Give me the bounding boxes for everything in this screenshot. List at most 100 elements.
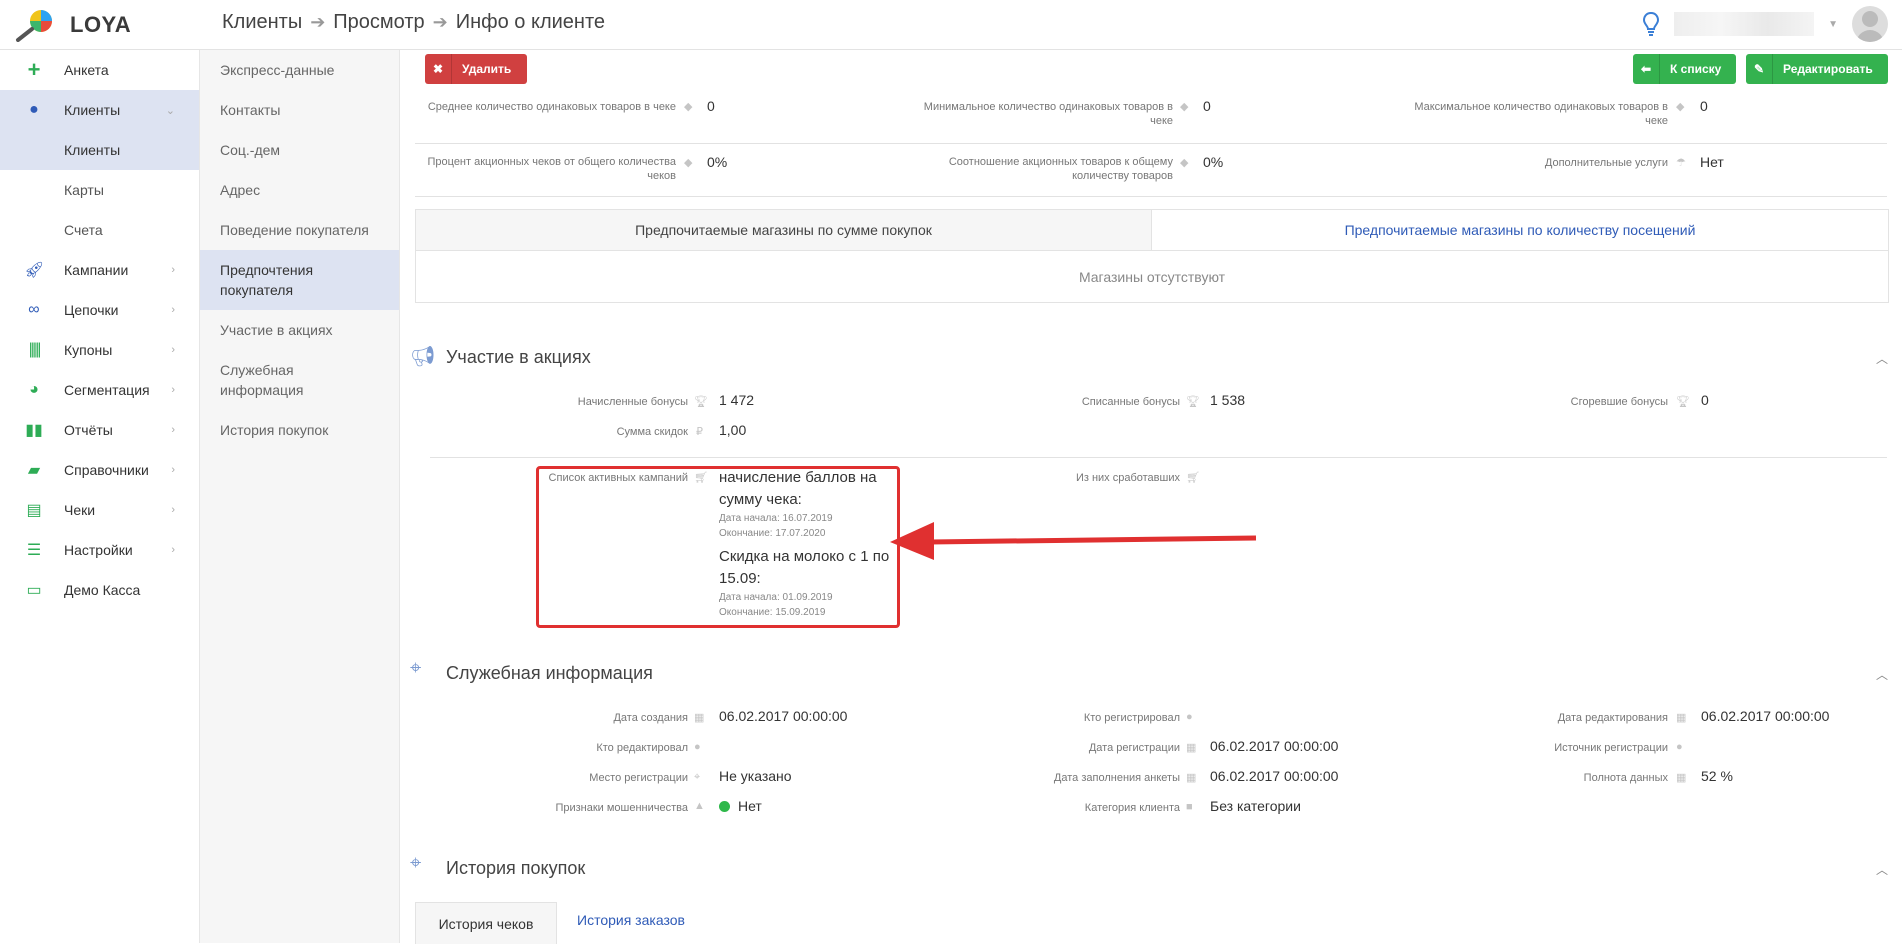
- stat-value: 0: [1203, 98, 1211, 114]
- client-section-nav: Экспресс-данные Контакты Соц.-дем Адрес …: [200, 50, 400, 943]
- sidebar-item-label: Отчёты: [64, 422, 113, 438]
- fraud-value: Нет: [738, 798, 762, 814]
- breadcrumb-client-info: Инфо о клиенте: [455, 11, 606, 33]
- receipt-icon: ▤: [26, 502, 42, 519]
- delete-button-label: Удалить: [462, 62, 512, 76]
- tag-icon: ◆: [1180, 157, 1189, 169]
- chevron-right-icon: ›: [171, 464, 175, 476]
- lightbulb-icon[interactable]: [1642, 11, 1660, 37]
- tab-checks-history[interactable]: История чеков: [415, 902, 557, 944]
- annotation-highlight-box: [536, 466, 900, 628]
- subnav-socdem[interactable]: Соц.-дем: [200, 130, 399, 170]
- worked-campaigns-label: Из них сработавших: [1075, 472, 1180, 484]
- megaphone-icon: 📢︎: [410, 346, 436, 368]
- breadcrumb-view[interactable]: Просмотр: [333, 11, 424, 34]
- stat-value: 0: [1700, 98, 1708, 114]
- service-label: Источник регистрации: [1554, 742, 1668, 754]
- subnav-promotions[interactable]: Участие в акциях: [200, 310, 399, 350]
- promo-label: Начисленные бонусы: [577, 396, 688, 408]
- stores-empty-message: Магазины отсутствуют: [1078, 268, 1226, 285]
- sidebar-subitem-accounts[interactable]: Счета: [0, 210, 199, 250]
- divider: [430, 457, 1887, 458]
- subnav-express-data[interactable]: Экспресс-данные: [200, 50, 399, 90]
- plus-icon: +: [27, 57, 41, 82]
- tab-stores-by-sum[interactable]: Предпочитаемые магазины по сумме покупок: [416, 210, 1152, 251]
- edit-button[interactable]: ✎ Редактировать: [1746, 54, 1888, 84]
- avatar[interactable]: [1852, 6, 1888, 42]
- top-bar: LOYA Клиенты ➔ Просмотр ➔ Инфо о клиенте…: [0, 0, 1902, 50]
- logo-icon: [16, 10, 52, 42]
- sidebar-item-coupons[interactable]: ||||| Купоны ›: [0, 330, 199, 370]
- tab-orders-history[interactable]: История заказов: [577, 912, 685, 928]
- promo-label: Сгоревшие бонусы: [1570, 396, 1668, 408]
- chevron-up-icon[interactable]: ︿: [1876, 861, 1888, 878]
- chevron-up-icon[interactable]: ︿: [1876, 350, 1888, 367]
- sidebar: + Анкета ● Клиенты ⌄ Клиенты Карты Счета…: [0, 50, 200, 943]
- subnav-address[interactable]: Адрес: [200, 170, 399, 210]
- chevron-right-icon: ›: [171, 544, 175, 556]
- status-dot-icon: [719, 801, 730, 812]
- subnav-contacts[interactable]: Контакты: [200, 90, 399, 130]
- chevron-right-icon: ›: [171, 424, 175, 436]
- service-label: Дата создания: [613, 712, 688, 724]
- book-icon: ▰: [27, 462, 41, 479]
- subnav-preferences[interactable]: Предпочтения покупателя: [200, 250, 399, 310]
- sidebar-item-campaigns[interactable]: 🚀︎ Кампании ›: [0, 250, 199, 290]
- subnav-behavior[interactable]: Поведение покупателя: [200, 210, 399, 250]
- chevron-right-icon: ›: [171, 504, 175, 516]
- registration-date: 06.02.2017 00:00:00: [1210, 738, 1339, 754]
- chevron-down-icon[interactable]: ▼: [1828, 19, 1838, 30]
- stat-label: Минимальное количество одинаковых товаро…: [923, 101, 1173, 127]
- stat-value: Нет: [1700, 154, 1724, 170]
- tag-icon: ◆: [1180, 101, 1189, 113]
- promo-label: Сумма скидок: [616, 426, 688, 438]
- tab-stores-by-visits[interactable]: Предпочитаемые магазины по количеству по…: [1152, 210, 1888, 251]
- stat-label: Дополнительные услуги: [1544, 157, 1668, 169]
- sidebar-item-label: Настройки: [64, 542, 133, 558]
- umbrella-icon: ☂: [1676, 157, 1686, 169]
- edited-date: 06.02.2017 00:00:00: [1701, 708, 1830, 724]
- service-label: Дата редактирования: [1557, 712, 1668, 724]
- sidebar-item-references[interactable]: ▰ Справочники ›: [0, 450, 199, 490]
- cart-icon: 🛒︎: [1186, 472, 1200, 484]
- briefcase-icon: ■: [1186, 801, 1193, 813]
- divider: [415, 143, 1887, 144]
- sidebar-item-chains[interactable]: ∞ Цепочки ›: [0, 290, 199, 330]
- sidebar-subitem-clients[interactable]: Клиенты: [0, 130, 199, 170]
- pie-icon: ◕: [29, 381, 39, 398]
- user-icon: ●: [29, 101, 39, 118]
- tag-icon: ◆: [684, 101, 693, 113]
- divider: [415, 196, 1887, 197]
- chevron-up-icon[interactable]: ︿: [1876, 666, 1888, 683]
- app-logo[interactable]: LOYA: [14, 8, 131, 42]
- subnav-service-info[interactable]: Служебная информация: [200, 350, 399, 410]
- sidebar-item-settings[interactable]: ☰ Настройки ›: [0, 530, 199, 570]
- sidebar-item-clients[interactable]: ● Клиенты ⌄: [0, 90, 199, 130]
- sidebar-item-receipts[interactable]: ▤ Чеки ›: [0, 490, 199, 530]
- stat-label: Максимальное количество одинаковых товар…: [1414, 101, 1668, 127]
- calendar-icon: ▦: [694, 712, 705, 724]
- calculator-icon: ▦: [1676, 772, 1687, 784]
- breadcrumb-clients[interactable]: Клиенты: [222, 11, 302, 34]
- sidebar-item-demo-pos[interactable]: ▭ Демо Касса: [0, 570, 199, 610]
- data-completeness: 52 %: [1701, 768, 1733, 784]
- map-pin-icon: ⌖: [410, 657, 422, 679]
- rocket-icon: 🚀︎: [24, 262, 45, 279]
- discount-sum: 1,00: [719, 422, 747, 438]
- sidebar-item-segmentation[interactable]: ◕ Сегментация ›: [0, 370, 199, 410]
- spent-bonuses: 1 538: [1210, 392, 1246, 408]
- sidebar-item-reports[interactable]: ▮▮ Отчёты ›: [0, 410, 199, 450]
- arrow-right-icon: ➔: [310, 12, 326, 32]
- pencil-icon: ✎: [1746, 54, 1773, 84]
- user-menu[interactable]: [1674, 12, 1815, 36]
- delete-button[interactable]: ✖ Удалить: [425, 54, 527, 84]
- fraud-signs: Нет: [719, 798, 762, 814]
- stores-tabs: Предпочитаемые магазины по сумме покупок…: [415, 209, 1889, 303]
- stat-label: Процент акционных чеков от общего количе…: [427, 156, 677, 182]
- subnav-purchase-history[interactable]: История покупок: [200, 410, 399, 450]
- sidebar-item-anketa[interactable]: + Анкета: [0, 50, 199, 90]
- client-category: Без категории: [1210, 798, 1301, 814]
- back-to-list-button[interactable]: ⬅ К списку: [1633, 54, 1736, 84]
- sidebar-subitem-cards[interactable]: Карты: [0, 170, 199, 210]
- sidebar-item-label: Сегментация: [64, 382, 150, 398]
